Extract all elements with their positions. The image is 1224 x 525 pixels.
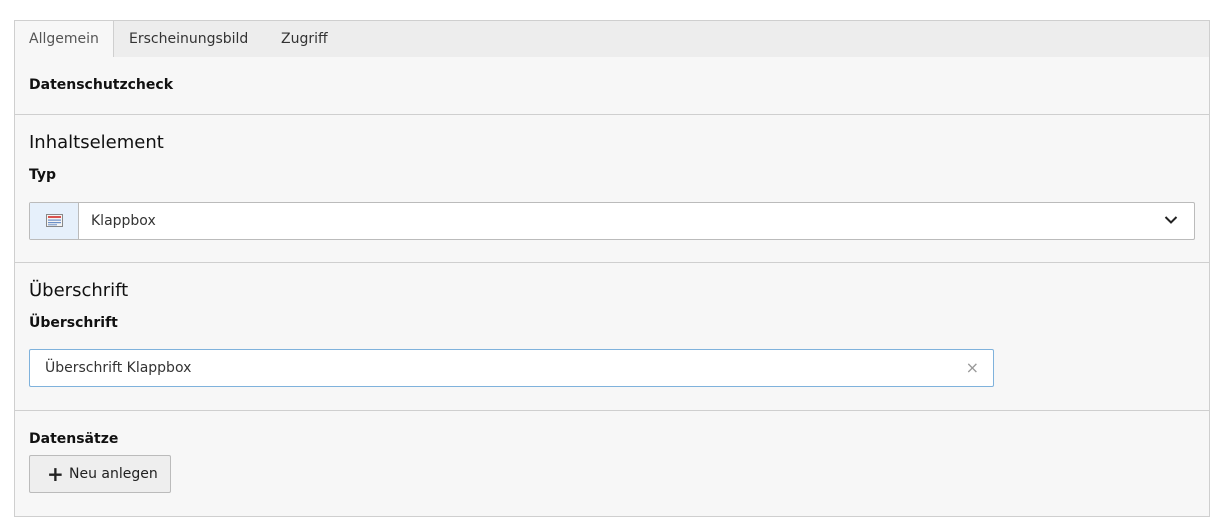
- tab-bar: Allgemein Erscheinungsbild Zugriff: [14, 20, 1210, 59]
- plus-icon: +: [47, 462, 64, 486]
- section-title-header: Überschrift: [29, 280, 129, 301]
- tab-panel: Datenschutzcheck Inhaltselement Typ Klap…: [14, 57, 1210, 517]
- type-select[interactable]: Klappbox: [29, 202, 1195, 240]
- type-select-value: Klappbox: [91, 213, 156, 229]
- header-field-label: Überschrift: [29, 315, 118, 331]
- records-label: Datensätze: [29, 431, 119, 447]
- content-element-section: Inhaltselement Typ Klappbox: [15, 115, 1209, 263]
- tab-allgemein[interactable]: Allgemein: [15, 21, 114, 59]
- header-input[interactable]: Überschrift Klappbox ×: [29, 349, 994, 387]
- content-editor: Allgemein Erscheinungsbild Zugriff Daten…: [14, 20, 1210, 517]
- clear-icon[interactable]: ×: [966, 350, 979, 386]
- tab-erscheinungsbild[interactable]: Erscheinungsbild: [115, 21, 262, 58]
- tab-zugriff[interactable]: Zugriff: [267, 21, 342, 58]
- new-record-button[interactable]: + Neu anlegen: [29, 455, 171, 493]
- new-record-button-label: Neu anlegen: [69, 466, 158, 482]
- privacy-section: Datenschutzcheck: [15, 57, 1209, 115]
- chevron-down-icon[interactable]: [1164, 215, 1178, 225]
- records-section: Datensätze + Neu anlegen: [15, 411, 1209, 517]
- content-element-icon: [30, 203, 79, 239]
- type-label: Typ: [29, 167, 57, 183]
- section-title-content-element: Inhaltselement: [29, 132, 164, 153]
- header-input-value: Überschrift Klappbox: [45, 360, 192, 376]
- header-section: Überschrift Überschrift Überschrift Klap…: [15, 263, 1209, 411]
- privacy-label: Datenschutzcheck: [29, 77, 173, 93]
